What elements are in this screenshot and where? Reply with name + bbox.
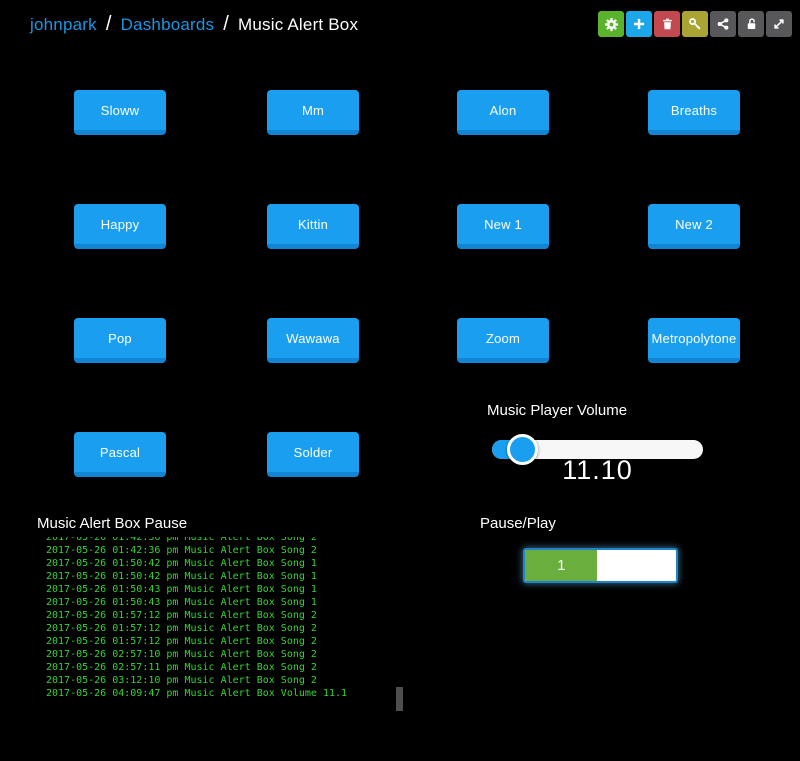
- toggle-on-segment: 1: [525, 550, 597, 581]
- log-line: 2017-05-26 01:50:43 pm Music Alert Box S…: [46, 583, 403, 596]
- log-line: 2017-05-26 01:42:36 pm Music Alert Box S…: [46, 544, 403, 557]
- trash-icon: [661, 17, 674, 31]
- log-line: 2017-05-26 01:57:12 pm Music Alert Box S…: [46, 635, 403, 648]
- dashboard-button-label: Sloww: [101, 103, 140, 118]
- dashboard-button[interactable]: Wawawa: [267, 318, 359, 363]
- breadcrumb-dashboards-link[interactable]: Dashboards: [121, 15, 215, 35]
- breadcrumb-separator: /: [223, 13, 229, 36]
- dashboard-button[interactable]: Kittin: [267, 204, 359, 249]
- dashboard-button-label: Wawawa: [286, 331, 339, 346]
- pause-play-toggle[interactable]: 1: [523, 548, 678, 583]
- log-scrollbar-thumb[interactable]: [396, 687, 403, 711]
- log-line: 2017-05-26 02:57:10 pm Music Alert Box S…: [46, 648, 403, 661]
- dashboard-button[interactable]: Happy: [74, 204, 166, 249]
- log-line: 2017-05-26 01:57:12 pm Music Alert Box S…: [46, 609, 403, 622]
- add-block-button[interactable]: [626, 11, 652, 37]
- dashboard-button[interactable]: New 1: [457, 204, 549, 249]
- share-icon: [716, 17, 730, 31]
- dashboard-button[interactable]: Breaths: [648, 90, 740, 135]
- breadcrumb-user-link[interactable]: johnpark: [30, 15, 97, 35]
- dashboard-button-label: Kittin: [298, 217, 328, 232]
- dashboard-button-label: Solder: [294, 445, 333, 460]
- gear-icon: [604, 17, 619, 32]
- dashboard-button[interactable]: Pop: [74, 318, 166, 363]
- dashboard-button-label: Happy: [101, 217, 140, 232]
- api-key-button[interactable]: [682, 11, 708, 37]
- fullscreen-button[interactable]: [766, 11, 792, 37]
- dashboard-button-label: Pop: [108, 331, 132, 346]
- dashboard-button[interactable]: Solder: [267, 432, 359, 477]
- plus-icon: [632, 17, 646, 31]
- log-line: 2017-05-26 01:50:43 pm Music Alert Box S…: [46, 596, 403, 609]
- log-lines: 2017-05-26 01:42:36 pm Music Alert Box S…: [37, 537, 403, 700]
- log-line: 2017-05-26 03:12:10 pm Music Alert Box S…: [46, 674, 403, 687]
- toggle-block-title: Pause/Play: [480, 515, 556, 532]
- log-block-title: Music Alert Box Pause: [37, 515, 187, 532]
- volume-block-title: Music Player Volume: [487, 402, 627, 419]
- log-line: 2017-05-26 01:50:42 pm Music Alert Box S…: [46, 570, 403, 583]
- dashboard-button-label: New 1: [484, 217, 522, 232]
- dashboard-button[interactable]: Alon: [457, 90, 549, 135]
- log-line: 2017-05-26 02:57:11 pm Music Alert Box S…: [46, 661, 403, 674]
- dashboard-button-label: Metropolytone: [652, 331, 737, 346]
- dashboard-button[interactable]: Pascal: [74, 432, 166, 477]
- log-line: 2017-05-26 01:57:12 pm Music Alert Box S…: [46, 622, 403, 635]
- dashboard-button[interactable]: New 2: [648, 204, 740, 249]
- dashboard-button-label: Pascal: [100, 445, 140, 460]
- dashboard-button[interactable]: Zoom: [457, 318, 549, 363]
- log-line: 2017-05-26 04:09:47 pm Music Alert Box V…: [46, 687, 403, 700]
- dashboard-button[interactable]: Mm: [267, 90, 359, 135]
- unlock-icon: [745, 17, 758, 31]
- breadcrumb: johnpark / Dashboards / Music Alert Box: [30, 13, 358, 36]
- settings-button[interactable]: [598, 11, 624, 37]
- share-button[interactable]: [710, 11, 736, 37]
- dashboard-button-label: Alon: [490, 103, 517, 118]
- dashboard-page: johnpark / Dashboards / Music Alert Box …: [0, 0, 800, 761]
- expand-icon: [772, 17, 786, 31]
- delete-button[interactable]: [654, 11, 680, 37]
- page-title: Music Alert Box: [238, 15, 358, 35]
- breadcrumb-separator: /: [106, 13, 112, 36]
- dashboard-button[interactable]: Sloww: [74, 90, 166, 135]
- log-stream[interactable]: 2017-05-26 01:42:36 pm Music Alert Box S…: [37, 537, 403, 713]
- volume-value: 11.10: [492, 455, 703, 486]
- key-icon: [688, 17, 702, 31]
- dashboard-button-label: Mm: [302, 103, 324, 118]
- log-line: 2017-05-26 01:50:42 pm Music Alert Box S…: [46, 557, 403, 570]
- log-line: 2017-05-26 01:42:36 pm Music Alert Box S…: [46, 537, 403, 544]
- lock-button[interactable]: [738, 11, 764, 37]
- dashboard-button-label: Breaths: [671, 103, 717, 118]
- dashboard-button[interactable]: Metropolytone: [648, 318, 740, 363]
- dashboard-button-label: Zoom: [486, 331, 520, 346]
- header-action-buttons: [598, 11, 792, 37]
- toggle-value: 1: [557, 557, 565, 574]
- dashboard-button-label: New 2: [675, 217, 713, 232]
